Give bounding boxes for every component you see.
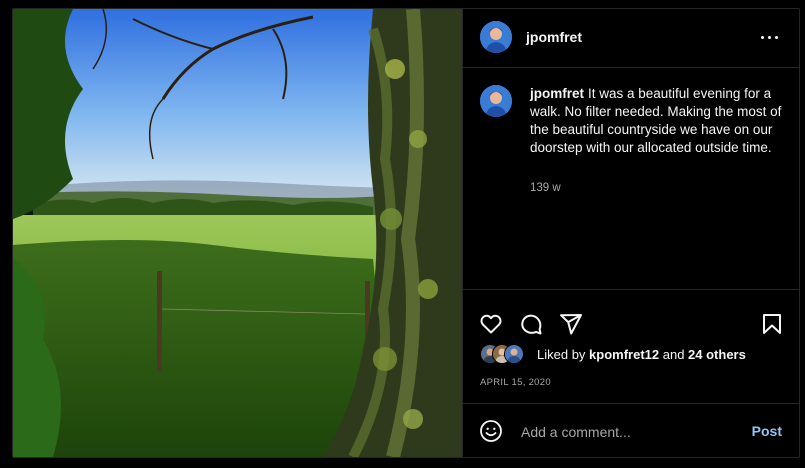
post-photo[interactable] [13,9,462,457]
emoji-icon [480,420,502,442]
likes-connector: and [659,347,689,362]
comment-icon [521,314,542,335]
more-options-button[interactable] [756,27,782,47]
bookmark-icon [763,314,781,334]
liker-avatar[interactable] [504,344,524,364]
profile-photo-icon [505,345,523,363]
liker-username[interactable]: kpomfret12 [589,347,659,362]
share-button[interactable] [559,312,583,336]
comment-button[interactable] [519,312,543,336]
profile-photo-icon [480,85,512,117]
likes-text: Liked by kpomfret12 and 24 others [537,347,746,362]
countryside-photo [13,9,462,457]
post-header: jpomfret [463,9,799,68]
likes-others-link[interactable]: 24 others [688,347,746,362]
caption-avatar[interactable] [480,85,512,117]
heart-icon [480,314,502,334]
post-side-panel: jpomfret jpomfret It was a beautiful even… [462,9,799,457]
post-author-username[interactable]: jpomfret [526,29,582,45]
comment-input[interactable] [519,419,743,445]
caption-username[interactable]: jpomfret [530,86,584,101]
post-date[interactable]: APRIL 15, 2020 [480,377,551,388]
caption-time-ago[interactable]: 139 w [530,182,561,194]
emoji-button[interactable] [479,419,503,443]
post-dialog: jpomfret jpomfret It was a beautiful even… [12,8,800,458]
save-button[interactable] [760,312,784,336]
post-comment-button[interactable]: Post [752,423,782,439]
avatar[interactable] [480,21,512,53]
caption-section: jpomfret It was a beautiful evening for a… [463,68,799,289]
profile-photo-icon [480,21,512,53]
more-horizontal-icon [760,35,764,39]
like-button[interactable] [479,312,503,336]
share-icon [560,314,582,335]
app-frame: jpomfret jpomfret It was a beautiful even… [0,0,805,468]
caption-text: jpomfret It was a beautiful evening for a… [530,85,782,157]
likes-prefix: Liked by [537,347,590,362]
comment-bar: Post [463,403,799,457]
